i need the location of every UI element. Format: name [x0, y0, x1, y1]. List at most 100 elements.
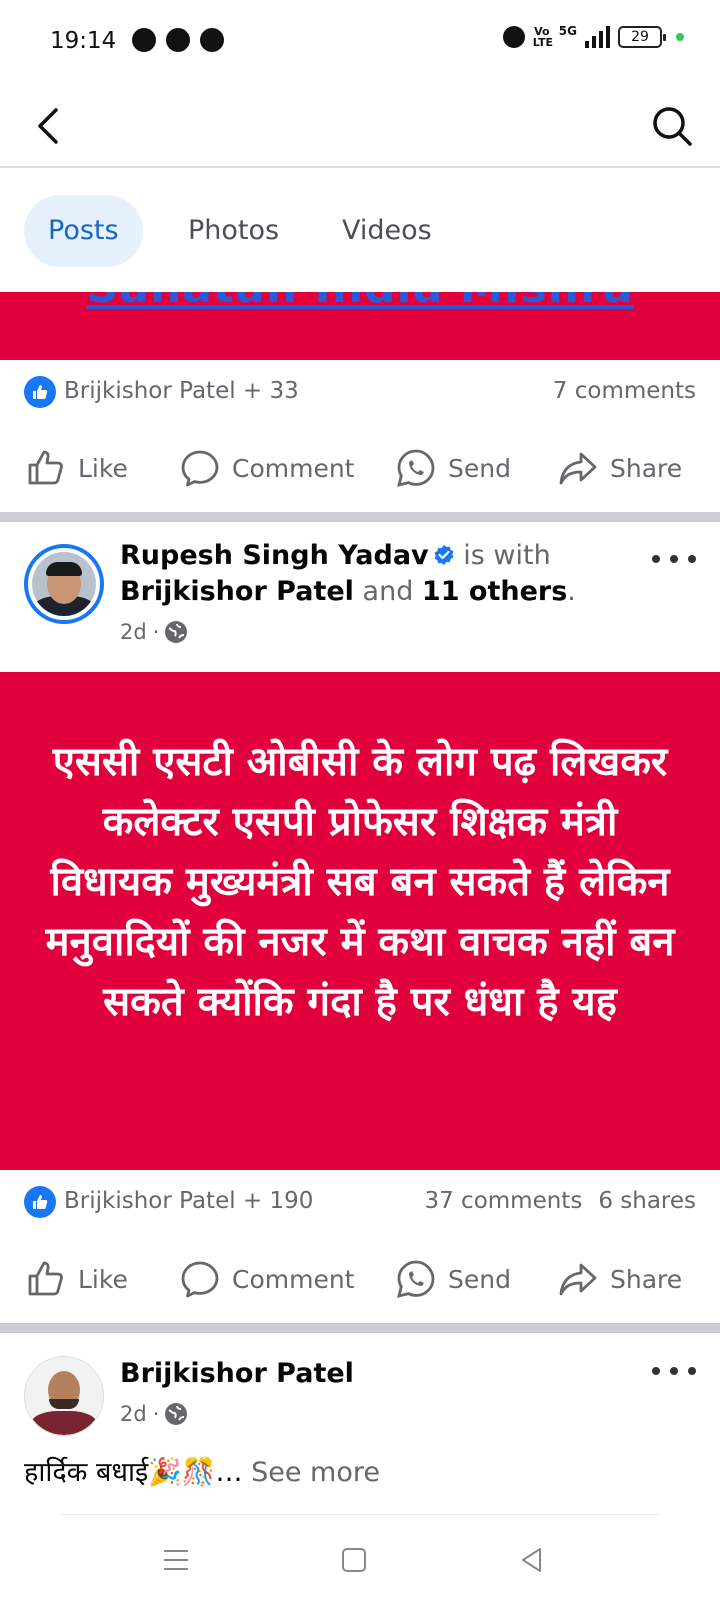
profile-tabs: Posts Photos Videos — [0, 170, 720, 292]
comment-icon — [181, 450, 219, 487]
post2-banner-text: एससी एसटी ओबीसी के लोग पढ़ लिखकर कलेक्टर… — [45, 739, 675, 1025]
tab-photos[interactable]: Photos — [164, 195, 303, 267]
post2-comments-label: 37 comments — [424, 1188, 583, 1214]
system-nav-bar — [0, 1516, 720, 1604]
send-icon — [397, 1260, 435, 1298]
signal-icon — [585, 26, 610, 48]
post2-share-button[interactable]: Share — [558, 1243, 682, 1315]
post1-comments-label: 7 comments — [552, 378, 696, 404]
post3-caption: हार्दिक बधाई🎉🎊… See more — [24, 1452, 380, 1489]
send-label: Send — [448, 453, 511, 483]
post1-send-button[interactable]: Send — [396, 432, 511, 504]
volte-indicator: Vo LTE — [532, 25, 554, 49]
post2-author[interactable]: Rupesh Singh Yadav — [120, 540, 429, 571]
post2-title: Rupesh Singh Yadav is with Brijkishor Pa… — [120, 538, 576, 610]
post2-period: . — [567, 576, 576, 607]
post2-reactors: Brijkishor Patel + 190 — [64, 1188, 314, 1214]
post2-banner[interactable]: एससी एसटी ओबीसी के लोग पढ़ लिखकर कलेक्टर… — [0, 672, 720, 1170]
battery-icon: 29 — [618, 26, 666, 48]
globe-icon — [165, 1403, 188, 1425]
post1-banner[interactable]: Sanatan India Mishra — [0, 292, 720, 360]
globe-icon — [165, 621, 188, 643]
verified-icon — [434, 545, 454, 565]
more-icon — [652, 555, 660, 563]
post3-author[interactable]: Brijkishor Patel — [120, 1358, 354, 1389]
tab-posts[interactable]: Posts — [24, 195, 143, 267]
back-triangle-icon — [522, 1548, 541, 1572]
recent-apps-button[interactable] — [152, 1536, 200, 1584]
post3-title: Brijkishor Patel — [120, 1356, 354, 1392]
post2-like-button[interactable]: Like — [26, 1243, 128, 1315]
post2-actions: Like Comment Send Share — [0, 1243, 720, 1315]
post3-caption-text: हार्दिक बधाई🎉🎊… — [24, 1457, 243, 1488]
share-icon — [559, 1263, 597, 1296]
post1-share-button[interactable]: Share — [558, 432, 682, 504]
post1-reactors: Brijkishor Patel + 33 — [64, 378, 299, 404]
comment-label: Comment — [232, 453, 355, 483]
post2-reactions[interactable]: Brijkishor Patel + 190 37 comments 6 shar… — [0, 1172, 720, 1232]
tab-videos[interactable]: Videos — [318, 195, 456, 267]
status-bar: 19:14 Vo LTE 5G 29 — [0, 0, 720, 84]
post2-others[interactable]: 11 others — [422, 576, 567, 607]
post2-avatar[interactable] — [24, 544, 104, 624]
post3-avatar[interactable] — [24, 1356, 104, 1436]
post2-and-text: and — [362, 576, 414, 607]
post1-reactions[interactable]: Brijkishor Patel + 33 7 comments — [0, 362, 720, 422]
share-label: Share — [610, 453, 683, 483]
phone-notification-icon — [166, 28, 190, 52]
network-type: 5G — [558, 24, 577, 38]
comment-label: Comment — [232, 1264, 355, 1294]
share-icon — [559, 452, 597, 485]
top-app-bar — [0, 84, 720, 168]
post2-comment-button[interactable]: Comment — [180, 1243, 355, 1315]
message-notification-icon — [200, 28, 224, 52]
like-label: Like — [78, 1264, 128, 1294]
back-button[interactable] — [26, 102, 74, 150]
home-button[interactable] — [330, 1536, 378, 1584]
post2-tagged[interactable]: Brijkishor Patel — [120, 576, 354, 607]
back-arrow-icon — [38, 108, 58, 144]
post2-send-button[interactable]: Send — [396, 1243, 511, 1315]
post2-meta: 2d · — [120, 620, 188, 644]
like-label: Like — [78, 453, 128, 483]
post1-banner-text: Sanatan India Mishra — [0, 292, 720, 313]
menu-icon — [164, 1550, 188, 1570]
like-icon — [28, 450, 63, 485]
post1-like-button[interactable]: Like — [26, 432, 128, 504]
post2-shares-label: 6 shares — [598, 1188, 696, 1214]
like-icon — [28, 1261, 63, 1296]
post1-actions: Like Comment Send Share — [0, 432, 720, 504]
search-icon — [653, 107, 692, 146]
post2-separator: · — [152, 620, 160, 644]
system-back-button[interactable] — [508, 1536, 556, 1584]
see-more-link[interactable]: See more — [251, 1457, 380, 1488]
post3-separator: · — [152, 1402, 160, 1426]
send-icon — [397, 449, 435, 487]
comment-icon — [181, 1261, 219, 1298]
status-time: 19:14 — [50, 28, 117, 54]
caption-divider — [60, 1514, 660, 1515]
chat-notification-icon — [132, 28, 156, 52]
like-reaction-icon — [24, 376, 56, 408]
more-icon — [652, 1367, 660, 1375]
post3-time[interactable]: 2d — [120, 1402, 147, 1426]
post2-counts[interactable]: 37 comments 6 shares — [424, 1188, 696, 1214]
post-divider — [0, 1323, 720, 1333]
share-label: Share — [610, 1264, 683, 1294]
post2-with-text: is with — [463, 540, 551, 571]
post2-more-button[interactable] — [652, 544, 696, 574]
alarm-icon — [502, 26, 525, 48]
privacy-dot-icon — [676, 33, 684, 41]
post2-time[interactable]: 2d — [120, 620, 147, 644]
post1-comment-button[interactable]: Comment — [180, 432, 355, 504]
like-reaction-icon — [24, 1186, 56, 1218]
send-label: Send — [448, 1264, 511, 1294]
home-icon — [342, 1548, 366, 1572]
post3-meta: 2d · — [120, 1402, 188, 1426]
search-button[interactable] — [648, 102, 696, 150]
post3-more-button[interactable] — [652, 1356, 696, 1386]
status-right: Vo LTE 5G 29 — [502, 24, 684, 49]
post-divider — [0, 512, 720, 522]
post1-comment-count[interactable]: 7 comments — [553, 378, 696, 404]
notification-icons — [132, 28, 224, 52]
